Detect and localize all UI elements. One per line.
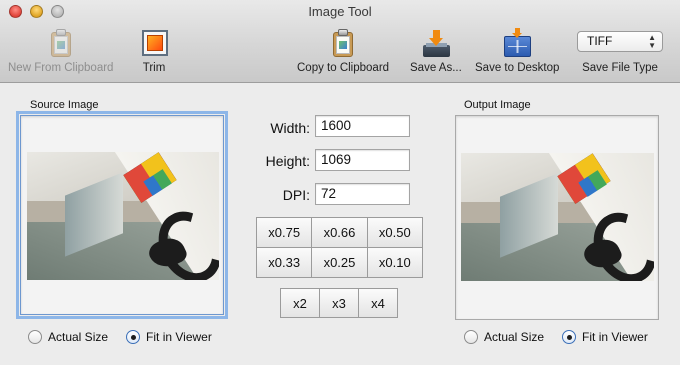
output-actual-size-label: Actual Size [484, 330, 545, 344]
output-view-mode: Actual Size Fit in Viewer [464, 330, 666, 344]
output-fit-in-viewer-radio[interactable]: Fit in Viewer [562, 330, 648, 344]
output-image-viewer[interactable] [455, 115, 659, 320]
desktop-icon [501, 28, 533, 58]
scale-010-button[interactable]: x0.10 [367, 248, 422, 277]
output-fit-in-viewer-label: Fit in Viewer [582, 330, 648, 344]
scale-down-buttons: x0.75 x0.66 x0.50 x0.33 x0.25 x0.10 [256, 217, 423, 278]
clipboard-icon [327, 28, 359, 58]
scale-075-button[interactable]: x0.75 [257, 218, 312, 247]
save-as-label: Save As... [410, 62, 462, 74]
radio-off-icon [28, 330, 42, 344]
source-actual-size-radio[interactable]: Actual Size [28, 330, 108, 344]
dpi-field[interactable]: 72 [315, 183, 410, 205]
scale-3x-button[interactable]: x3 [320, 289, 358, 317]
source-actual-size-label: Actual Size [48, 330, 109, 344]
copy-to-clipboard-button[interactable]: Copy to Clipboard [297, 28, 389, 74]
source-fit-in-viewer-radio[interactable]: Fit in Viewer [126, 330, 212, 344]
height-label: Height: [265, 153, 310, 169]
save-to-desktop-label: Save to Desktop [475, 62, 560, 74]
clipboard-icon [45, 28, 77, 58]
source-view-mode: Actual Size Fit in Viewer [28, 330, 230, 344]
trim-label: Trim [142, 62, 166, 74]
output-photo [461, 153, 654, 281]
radio-on-icon [562, 330, 577, 344]
source-photo [27, 152, 219, 280]
stepper-arrows-icon: ▲ ▼ [648, 33, 656, 50]
file-type-value: TIFF [587, 34, 613, 48]
scale-066-button[interactable]: x0.66 [312, 218, 367, 247]
trim-icon [138, 28, 170, 58]
scale-2x-button[interactable]: x2 [281, 289, 319, 317]
scale-4x-button[interactable]: x4 [359, 289, 397, 317]
scale-033-button[interactable]: x0.33 [257, 248, 312, 277]
scale-025-button[interactable]: x0.25 [312, 248, 367, 277]
height-field[interactable]: 1069 [315, 149, 410, 171]
new-from-clipboard-button[interactable]: New From Clipboard [8, 28, 113, 74]
radio-on-icon [126, 330, 141, 344]
file-type-select[interactable]: TIFF ▲ ▼ [577, 31, 663, 52]
width-field[interactable]: 1600 [315, 115, 410, 137]
save-as-button[interactable]: Save As... [410, 28, 462, 74]
source-image-viewer[interactable] [16, 111, 228, 319]
dpi-label: DPI: [282, 187, 310, 203]
radio-off-icon [464, 330, 478, 344]
source-image-title: Source Image [30, 99, 99, 111]
window-toolbar: Image Tool New From Clipboard Trim Copy … [0, 0, 680, 83]
scale-up-buttons: x2 x3 x4 [280, 288, 398, 318]
output-actual-size-radio[interactable]: Actual Size [464, 330, 544, 344]
source-fit-in-viewer-label: Fit in Viewer [146, 330, 212, 344]
output-image-title: Output Image [464, 99, 531, 111]
save-tray-icon [420, 28, 452, 58]
scale-050-button[interactable]: x0.50 [367, 218, 422, 247]
width-label: Width: [270, 120, 310, 136]
new-from-clipboard-label: New From Clipboard [8, 62, 114, 74]
copy-to-clipboard-label: Copy to Clipboard [297, 62, 390, 74]
save-file-type-label: Save File Type [582, 62, 658, 74]
trim-button[interactable]: Trim [138, 28, 170, 74]
window-title: Image Tool [308, 4, 372, 19]
save-to-desktop-button[interactable]: Save to Desktop [475, 28, 559, 74]
